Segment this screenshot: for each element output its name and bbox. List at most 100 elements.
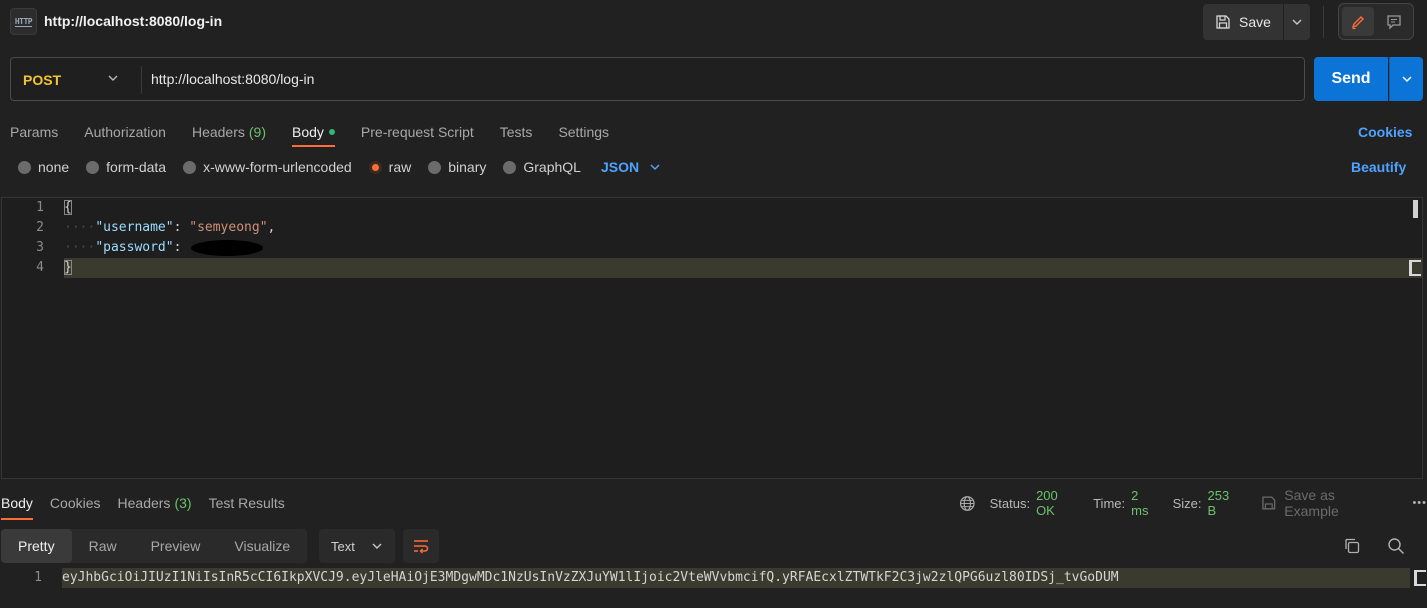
line-number: 4 [36,260,44,275]
sidebar-mode-toggle [1338,3,1414,40]
tab-params[interactable]: Params [10,119,58,145]
body-type-form-data[interactable]: form-data [86,159,166,175]
more-options-icon[interactable]: ••• [1412,497,1427,509]
method-select[interactable]: POST [23,72,61,88]
save-as-example-label: Save as Example [1284,487,1339,519]
response-tab-headers[interactable]: Headers (3) [118,493,192,513]
radio-button [183,160,197,174]
response-view-segment: Pretty Raw Preview Visualize [1,529,308,563]
save-options-button[interactable] [1284,4,1310,40]
copy-icon[interactable] [1343,537,1361,555]
response-tab-cookies[interactable]: Cookies [50,493,101,513]
tab-label: Body [292,124,324,140]
request-body-editor[interactable]: 1 2 3 4 { ···· "username": "semyeong", ··… [1,197,1423,479]
tab-body[interactable]: Body [292,119,335,147]
body-type-raw[interactable]: raw [368,159,411,175]
body-type-urlencoded[interactable]: x-www-form-urlencoded [183,159,352,175]
cookies-link[interactable]: Cookies [1358,119,1412,145]
editor-scrollbar[interactable] [1413,200,1418,218]
code-lines: { ···· "username": "semyeong", ····"passw… [64,198,1422,278]
body-type-binary[interactable]: binary [428,159,486,175]
tab-label: Settings [558,124,610,140]
tab-headers[interactable]: Headers (9) [192,119,266,145]
tab-label: Pre-request Script [360,124,474,140]
comment-icon [1387,14,1401,30]
radio-label: form-data [106,159,167,175]
size-value[interactable]: 253 B [1208,488,1241,518]
tab-tests[interactable]: Tests [500,119,533,145]
chevron-down-icon [372,543,382,549]
body-type-graphql[interactable]: GraphQL [503,159,581,175]
request-title[interactable]: http://localhost:8080/log-in [44,13,222,29]
response-body-viewer[interactable]: 1 eyJhbGciOiJIUzI1NiIsInR5cCI6IkpXVCJ9.e… [0,568,1427,588]
comma: , [267,220,276,235]
wrap-lines-icon [414,540,429,554]
save-as-example-button[interactable]: Save as Example [1261,487,1391,519]
tab-label: Body [1,495,33,511]
save-button[interactable]: Save [1203,4,1283,40]
password-key: "password" [95,240,174,255]
status-label: Status: [989,495,1031,511]
radio-button [18,160,31,174]
response-tabs: Body Cookies Headers (3) Test Results [1,493,285,520]
chevron-down-icon[interactable] [107,72,119,84]
chevron-down-icon [1401,76,1412,83]
headers-count: (9) [248,124,266,140]
response-gutter: 1 [0,568,50,588]
indent-marker: ···· [64,240,96,255]
response-meta: Status: 200 OK Time: 2 ms Size: 253 B Sa… [959,487,1427,519]
comments-mode-button[interactable] [1378,7,1410,36]
url-bar: POST http://localhost:8080/log-in [10,57,1305,101]
line-number: 2 [36,220,44,235]
chevron-down-icon [650,164,660,171]
radio-button [428,160,442,174]
status-value[interactable]: 200 OK [1036,488,1079,518]
tab-pre-request-script[interactable]: Pre-request Script [361,119,474,145]
tab-label: Authorization [84,124,166,140]
line-number: 1 [36,200,44,215]
body-type-none[interactable]: none [18,159,69,175]
save-icon [1216,15,1230,29]
view-pretty[interactable]: Pretty [1,529,72,563]
view-preview[interactable]: Preview [134,529,218,563]
response-format-select[interactable]: Text [319,529,395,563]
code-line: { [64,198,1410,218]
code-line-current: } [64,258,1422,278]
view-visualize[interactable]: Visualize [217,529,307,563]
tab-settings[interactable]: Settings [558,119,609,145]
send-button[interactable]: Send [1314,57,1388,101]
tab-label: Test Results [208,495,285,511]
body-format-select[interactable]: JSON [601,159,661,175]
wrap-lines-button[interactable] [403,529,439,563]
url-input[interactable]: http://localhost:8080/log-in [151,71,314,87]
response-token-text[interactable]: eyJhbGciOiJIUzI1NiIsInR5cCI6IkpXVCJ9.eyJ… [62,568,1410,588]
body-type-options: none form-data x-www-form-urlencoded raw… [18,157,661,177]
http-request-icon: HTTP [10,8,37,35]
chevron-down-icon [1292,19,1302,25]
close-brace: } [64,260,72,275]
response-tab-body[interactable]: Body [1,493,33,520]
response-tab-test-results[interactable]: Test Results [209,493,285,513]
tab-label: Params [10,124,59,140]
view-raw[interactable]: Raw [72,529,134,563]
username-key: "username" [95,220,174,235]
toolbar-divider [1323,6,1324,38]
search-icon[interactable] [1387,537,1405,555]
size-label: Size: [1172,495,1202,511]
code-line: ····"password": [64,238,1410,258]
line-number: 1 [34,570,42,585]
response-format-label: Text [331,538,355,554]
time-value[interactable]: 2 ms [1131,488,1159,518]
tab-authorization[interactable]: Authorization [84,119,166,145]
tab-label: Headers [117,495,171,511]
radio-button [86,160,100,174]
line-number-gutter: 1 2 3 4 [2,198,52,278]
url-separator [141,66,142,94]
radio-button [503,160,517,174]
colon: : [173,220,182,235]
beautify-button[interactable]: Beautify [1351,157,1406,177]
send-options-button[interactable] [1389,57,1423,101]
username-value: "semyeong" [189,220,268,235]
edit-mode-button[interactable] [1342,7,1374,36]
globe-icon[interactable] [959,495,976,512]
